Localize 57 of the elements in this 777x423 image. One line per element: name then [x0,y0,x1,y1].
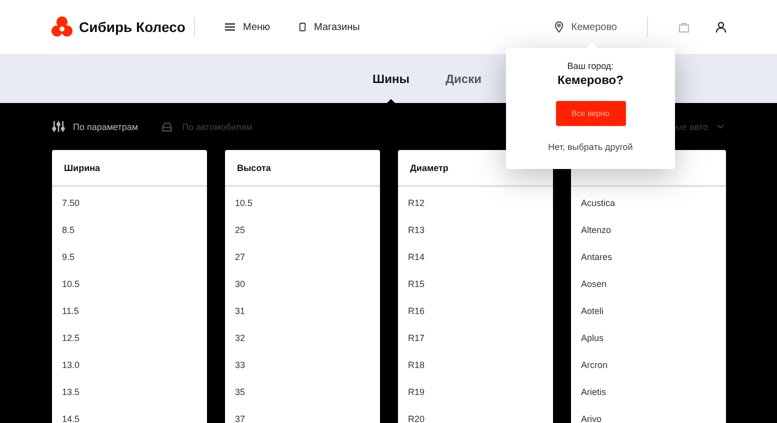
brand-name: Сибирь Колесо [79,19,186,35]
filter-option[interactable]: R14 [398,249,553,276]
filter-option[interactable]: Arcron [571,357,726,384]
filter-option[interactable]: 13.0 [52,357,207,384]
filter-option[interactable]: Arietis [571,384,726,411]
logo-icon [51,16,73,38]
filter-option[interactable]: 8.5 [52,222,207,249]
category-tab[interactable]: Шины [372,54,410,103]
user-icon [715,21,727,33]
search-mode-tab[interactable]: По параметрам [52,120,138,133]
filter-option[interactable]: Acustica [571,195,726,222]
stores-link[interactable]: Магазины [298,21,360,33]
filter-option[interactable]: R20 [398,411,553,423]
filter-option[interactable]: 14.5 [52,411,207,423]
menu-icon [224,21,236,33]
category-tab[interactable]: Диски [445,54,482,103]
filter-title: Ширина [64,162,100,172]
location-pin-icon [553,21,566,33]
filter-option[interactable]: 10.5 [52,276,207,303]
filter-option[interactable]: 30 [225,276,380,303]
filter-option[interactable]: 9.5 [52,249,207,276]
choose-other-link[interactable]: Нет, выбрать другой [548,142,633,152]
city-link[interactable]: Кемерово [553,21,617,33]
filter-option[interactable]: Arivo [571,411,726,423]
popup-caption: Ваш город: [567,61,614,71]
filter-option[interactable]: R12 [398,195,553,222]
popup-city: Кемерово? [558,73,624,87]
filter-title: Высота [237,162,271,172]
filter-option[interactable]: Antares [571,249,726,276]
filter-option[interactable]: R16 [398,303,553,330]
filter-option[interactable]: R13 [398,222,553,249]
filter-option[interactable]: 31 [225,303,380,330]
menu-link[interactable]: Меню [224,21,270,33]
chevron-down-icon [716,122,725,131]
filter-option[interactable]: R19 [398,384,553,411]
filter-option[interactable]: R17 [398,330,553,357]
filter-option[interactable]: R18 [398,357,553,384]
filter-option[interactable]: R15 [398,276,553,303]
filter-option[interactable]: Aoteli [571,303,726,330]
filter-option[interactable]: 35 [225,384,380,411]
phone-icon [298,21,308,33]
filter-option[interactable]: 25 [225,222,380,249]
filter-option[interactable]: Aplus [571,330,726,357]
filter-option[interactable]: 7.50 [52,195,207,222]
filter-option[interactable]: 27 [225,249,380,276]
filter-option[interactable]: 37 [225,411,380,423]
filter-option[interactable]: Altenzo [571,222,726,249]
filter-option[interactable]: 32 [225,330,380,357]
filter-option[interactable]: 33 [225,357,380,384]
filter-option[interactable]: 12.5 [52,330,207,357]
filter-option[interactable]: 13.5 [52,384,207,411]
sliders-icon [52,120,65,133]
filter-option[interactable]: 11.5 [52,303,207,330]
filter-title: Диаметр [410,162,448,172]
filter-option[interactable]: Aosen [571,276,726,303]
filter-option[interactable]: 10.5 [225,195,380,222]
bag-icon [678,21,690,33]
